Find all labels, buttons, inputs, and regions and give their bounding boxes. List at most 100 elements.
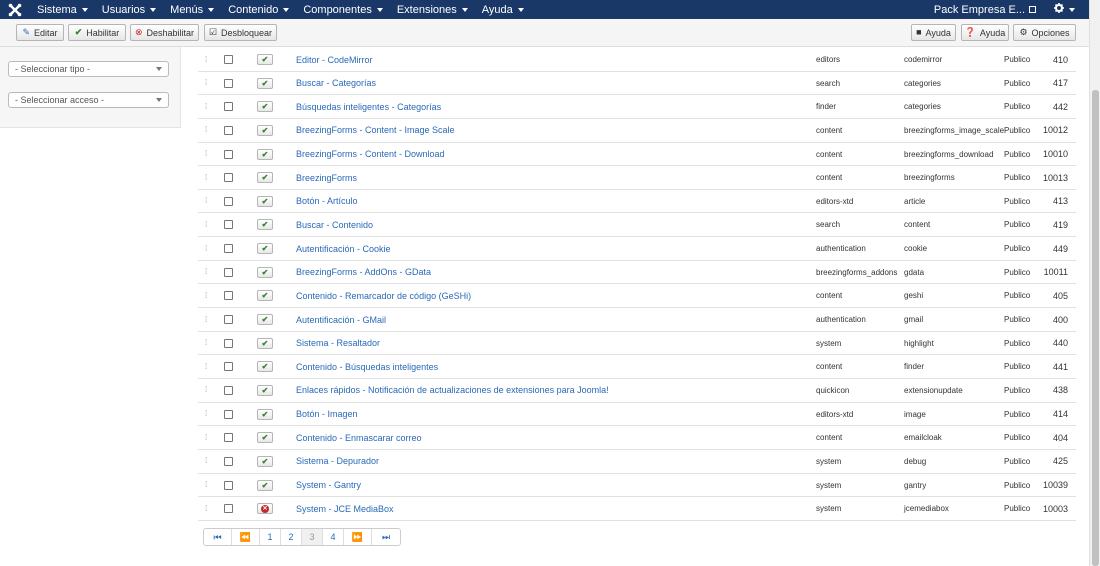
plugin-name-link[interactable]: Sistema - Depurador bbox=[296, 450, 379, 473]
drag-handle-icon[interactable]: ⁞ bbox=[205, 213, 207, 236]
plugin-name-link[interactable]: BreezingForms - Content - Image Scale bbox=[296, 119, 455, 142]
edit-button[interactable]: ✎ Editar bbox=[16, 24, 64, 41]
page-button[interactable]: 3 bbox=[302, 529, 323, 545]
menu-componentes[interactable]: Componentes bbox=[296, 4, 390, 16]
status-toggle[interactable]: ✔ bbox=[257, 48, 273, 71]
status-toggle[interactable]: ✔ bbox=[257, 166, 273, 189]
plugin-name-link[interactable]: Botón - Imagen bbox=[296, 403, 358, 426]
drag-handle-icon[interactable]: ⁞ bbox=[205, 355, 207, 378]
drag-handle-icon[interactable]: ⁞ bbox=[205, 403, 207, 426]
type-filter-select[interactable]: - Seleccionar tipo - bbox=[8, 61, 169, 77]
plugin-name-link[interactable]: Búsquedas inteligentes - Categorías bbox=[296, 95, 441, 118]
drag-handle-icon[interactable]: ⁞ bbox=[205, 497, 207, 520]
plugin-name-link[interactable]: Sistema - Resaltador bbox=[296, 332, 380, 355]
drag-handle-icon[interactable]: ⁞ bbox=[205, 95, 207, 118]
status-toggle[interactable]: ✔ bbox=[257, 72, 273, 95]
row-checkbox[interactable] bbox=[224, 355, 233, 378]
plugin-name-link[interactable]: BreezingForms - AddOns - GData bbox=[296, 261, 431, 284]
row-checkbox[interactable] bbox=[224, 95, 233, 118]
drag-handle-icon[interactable]: ⁞ bbox=[205, 237, 207, 260]
row-checkbox[interactable] bbox=[224, 237, 233, 260]
status-toggle[interactable]: ✔ bbox=[257, 95, 273, 118]
first-page-button[interactable]: ⏮ bbox=[204, 529, 232, 545]
enable-button[interactable]: ✔ Habilitar bbox=[68, 24, 126, 41]
access-filter-select[interactable]: - Seleccionar acceso - bbox=[8, 92, 169, 108]
status-toggle[interactable]: ✔ bbox=[257, 143, 273, 166]
menu-sistema[interactable]: Sistema bbox=[30, 4, 95, 16]
row-checkbox[interactable] bbox=[224, 190, 233, 213]
status-toggle[interactable]: ✔ bbox=[257, 284, 273, 307]
status-toggle[interactable]: ✕ bbox=[257, 497, 273, 520]
drag-handle-icon[interactable]: ⁞ bbox=[205, 308, 207, 331]
vertical-scrollbar[interactable] bbox=[1089, 0, 1100, 566]
status-toggle[interactable]: ✔ bbox=[257, 450, 273, 473]
drag-handle-icon[interactable]: ⁞ bbox=[205, 143, 207, 166]
plugin-name-link[interactable]: Contenido - Remarcador de código (GeSHi) bbox=[296, 284, 471, 307]
row-checkbox[interactable] bbox=[224, 308, 233, 331]
plugin-name-link[interactable]: Enlaces rápidos - Notificación de actual… bbox=[296, 379, 609, 402]
last-page-button[interactable]: ⏭ bbox=[372, 529, 400, 545]
row-checkbox[interactable] bbox=[224, 284, 233, 307]
plugin-name-link[interactable]: Buscar - Contenido bbox=[296, 213, 373, 236]
joomla-logo-icon[interactable] bbox=[0, 0, 30, 19]
page-button[interactable]: 2 bbox=[281, 529, 302, 545]
plugin-name-link[interactable]: Editor - CodeMirror bbox=[296, 48, 373, 71]
status-toggle[interactable]: ✔ bbox=[257, 355, 273, 378]
row-checkbox[interactable] bbox=[224, 166, 233, 189]
row-checkbox[interactable] bbox=[224, 403, 233, 426]
help-button[interactable]: ❓ Ayuda bbox=[961, 24, 1009, 41]
plugin-name-link[interactable]: Buscar - Categorías bbox=[296, 72, 376, 95]
status-toggle[interactable]: ✔ bbox=[257, 308, 273, 331]
status-toggle[interactable]: ✔ bbox=[257, 213, 273, 236]
row-checkbox[interactable] bbox=[224, 261, 233, 284]
drag-handle-icon[interactable]: ⁞ bbox=[205, 284, 207, 307]
page-button[interactable]: 1 bbox=[260, 529, 281, 545]
menu-ayuda[interactable]: Ayuda bbox=[475, 4, 531, 16]
options-button[interactable]: ⚙ Opciones bbox=[1013, 24, 1076, 41]
plugin-name-link[interactable]: BreezingForms - Content - Download bbox=[296, 143, 445, 166]
status-toggle[interactable]: ✔ bbox=[257, 237, 273, 260]
row-checkbox[interactable] bbox=[224, 332, 233, 355]
plugin-name-link[interactable]: Botón - Artículo bbox=[296, 190, 358, 213]
menu-contenido[interactable]: Contenido bbox=[221, 4, 296, 16]
drag-handle-icon[interactable]: ⁞ bbox=[205, 166, 207, 189]
status-toggle[interactable]: ✔ bbox=[257, 261, 273, 284]
user-menu-dropdown[interactable] bbox=[1040, 3, 1089, 16]
status-toggle[interactable]: ✔ bbox=[257, 474, 273, 497]
next-page-button[interactable]: ⏩ bbox=[344, 529, 372, 545]
row-checkbox[interactable] bbox=[224, 450, 233, 473]
status-toggle[interactable]: ✔ bbox=[257, 379, 273, 402]
plugin-name-link[interactable]: System - JCE MediaBox bbox=[296, 497, 394, 520]
row-checkbox[interactable] bbox=[224, 119, 233, 142]
unlock-button[interactable]: ☑ Desbloquear bbox=[204, 24, 277, 41]
row-checkbox[interactable] bbox=[224, 497, 233, 520]
status-toggle[interactable]: ✔ bbox=[257, 332, 273, 355]
row-checkbox[interactable] bbox=[224, 426, 233, 449]
drag-handle-icon[interactable]: ⁞ bbox=[205, 474, 207, 497]
status-toggle[interactable]: ✔ bbox=[257, 426, 273, 449]
plugin-name-link[interactable]: BreezingForms bbox=[296, 166, 357, 189]
row-checkbox[interactable] bbox=[224, 474, 233, 497]
row-checkbox[interactable] bbox=[224, 213, 233, 236]
page-button[interactable]: 4 bbox=[323, 529, 344, 545]
drag-handle-icon[interactable]: ⁞ bbox=[205, 379, 207, 402]
row-checkbox[interactable] bbox=[224, 48, 233, 71]
drag-handle-icon[interactable]: ⁞ bbox=[205, 119, 207, 142]
drag-handle-icon[interactable]: ⁞ bbox=[205, 332, 207, 355]
menu-usuarios[interactable]: Usuarios bbox=[95, 4, 163, 16]
site-link[interactable]: Pack Empresa E... bbox=[930, 4, 1040, 16]
menu-extensiones[interactable]: Extensiones bbox=[390, 4, 475, 16]
drag-handle-icon[interactable]: ⁞ bbox=[205, 48, 207, 71]
plugin-name-link[interactable]: Autentificación - GMail bbox=[296, 308, 386, 331]
plugin-name-link[interactable]: Autentificación - Cookie bbox=[296, 237, 391, 260]
disable-button[interactable]: ⊗ Deshabilitar bbox=[130, 24, 199, 41]
drag-handle-icon[interactable]: ⁞ bbox=[205, 261, 207, 284]
status-toggle[interactable]: ✔ bbox=[257, 119, 273, 142]
drag-handle-icon[interactable]: ⁞ bbox=[205, 426, 207, 449]
help-video-button[interactable]: ■ Ayuda bbox=[911, 24, 956, 41]
row-checkbox[interactable] bbox=[224, 72, 233, 95]
scrollbar-thumb[interactable] bbox=[1092, 90, 1099, 566]
status-toggle[interactable]: ✔ bbox=[257, 403, 273, 426]
row-checkbox[interactable] bbox=[224, 379, 233, 402]
row-checkbox[interactable] bbox=[224, 143, 233, 166]
